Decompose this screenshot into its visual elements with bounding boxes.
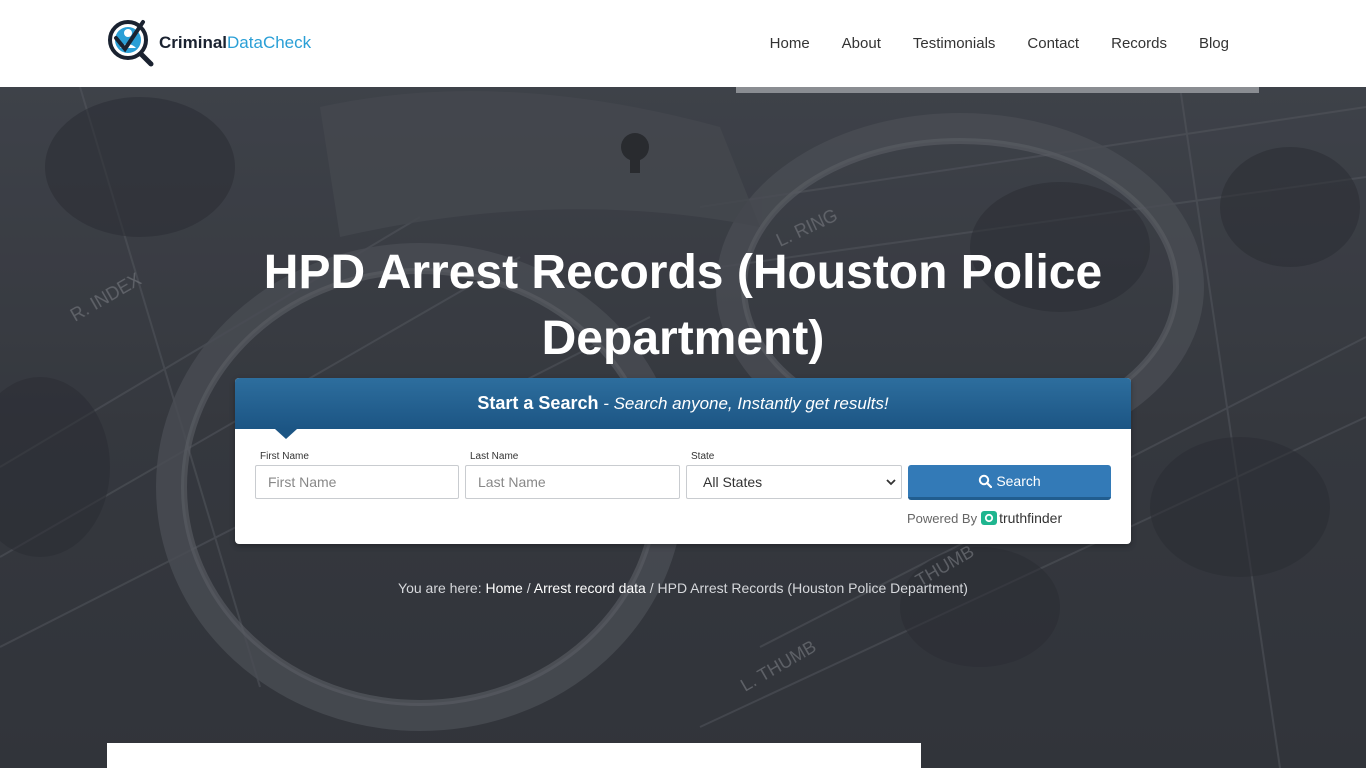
search-widget: Start a Search - Search anyone, Instantl…: [235, 378, 1131, 544]
nav-records[interactable]: Records: [1111, 35, 1167, 52]
header-notch: [275, 429, 297, 439]
site-header: CriminalDataCheck Home About Testimonial…: [0, 0, 1366, 87]
breadcrumb-separator: /: [645, 580, 658, 596]
main-nav: Home About Testimonials Contact Records …: [738, 0, 1229, 87]
first-name-group: First Name First Name: [255, 451, 459, 499]
state-label: State: [691, 451, 715, 462]
search-subheading: - Search anyone, Instantly get results!: [598, 394, 889, 413]
truthfinder-wordmark[interactable]: truthfinder: [999, 510, 1062, 526]
last-name-group: Last Name Last Name: [465, 451, 680, 499]
last-name-label: Last Name: [470, 451, 519, 462]
search-heading: Start a Search: [477, 393, 599, 413]
nav-contact[interactable]: Contact: [1027, 35, 1079, 52]
nav-about[interactable]: About: [842, 35, 881, 52]
search-icon: [979, 474, 993, 488]
search-button[interactable]: Search: [908, 465, 1111, 500]
powered-by: Powered By truthfinder: [907, 510, 1062, 526]
logo-wordmark: CriminalDataCheck: [159, 33, 311, 53]
header-dropdown-shadow: [736, 87, 1259, 93]
breadcrumb-arrest-record-data[interactable]: Arrest record data: [534, 580, 646, 596]
page-title: HPD Arrest Records (Houston Police Depar…: [263, 246, 1103, 365]
breadcrumb-prefix: You are here:: [398, 580, 486, 596]
breadcrumb-current: HPD Arrest Records (Houston Police Depar…: [657, 580, 968, 596]
breadcrumb-separator: /: [522, 580, 534, 596]
truthfinder-logo-icon: [981, 511, 998, 525]
breadcrumb-home[interactable]: Home: [486, 580, 523, 596]
powered-by-text: Powered By: [907, 510, 978, 526]
nav-blog[interactable]: Blog: [1199, 35, 1229, 52]
state-select[interactable]: All States: [686, 465, 902, 499]
site-logo[interactable]: CriminalDataCheck: [107, 18, 317, 68]
content-card: [107, 743, 921, 768]
state-select-value: All States: [703, 474, 763, 490]
nav-testimonials[interactable]: Testimonials: [913, 35, 996, 52]
nav-home[interactable]: Home: [770, 35, 810, 52]
search-button-label: Search: [996, 473, 1041, 489]
first-name-input[interactable]: First Name: [255, 465, 459, 499]
logo-word-criminal: Criminal: [159, 33, 228, 52]
magnifier-check-icon: [107, 18, 157, 68]
breadcrumb: You are here: Home / Arrest record data …: [0, 580, 1366, 596]
first-name-label: First Name: [260, 451, 309, 462]
chevron-down-icon: [886, 479, 896, 486]
logo-word-datacheck: DataCheck: [227, 33, 312, 52]
state-group: State All States: [686, 451, 902, 499]
search-widget-header: Start a Search - Search anyone, Instantl…: [235, 378, 1131, 439]
last-name-input[interactable]: Last Name: [465, 465, 680, 499]
